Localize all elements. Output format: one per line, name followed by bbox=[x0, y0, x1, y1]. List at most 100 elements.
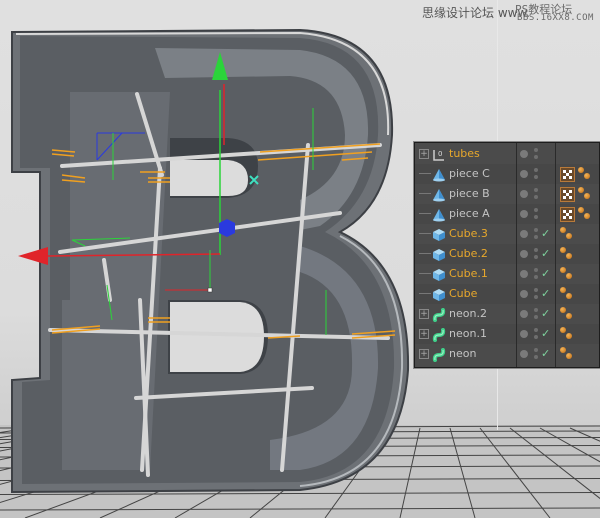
grid-line bbox=[569, 427, 600, 442]
visibility-toggle[interactable] bbox=[520, 230, 528, 238]
editor-render-visibility-dots[interactable] bbox=[534, 228, 538, 240]
column-divider bbox=[555, 143, 556, 367]
expand-icon[interactable]: + bbox=[419, 329, 429, 339]
cone-icon bbox=[432, 167, 446, 182]
tree-line bbox=[419, 233, 431, 234]
grid-line bbox=[479, 427, 551, 518]
object-manager[interactable]: +0 tubes piece Cpiece Bpiece A Cube.3 ✓ Cube.… bbox=[414, 142, 600, 368]
tree-line bbox=[419, 173, 431, 174]
visibility-toggle[interactable] bbox=[520, 350, 528, 358]
letter-b-lower-hole-inner bbox=[170, 302, 264, 372]
object-row[interactable]: + neon.1 ✓ bbox=[415, 324, 599, 344]
expand-icon[interactable]: + bbox=[419, 309, 429, 319]
object-row[interactable]: Cube.1 ✓ bbox=[415, 264, 599, 284]
phong-tag-icon[interactable] bbox=[578, 187, 592, 201]
tree-line bbox=[419, 253, 431, 254]
editor-render-visibility-dots[interactable] bbox=[534, 308, 538, 320]
editor-render-visibility-dots[interactable] bbox=[534, 348, 538, 360]
phong-tag-icon[interactable] bbox=[578, 167, 592, 181]
object-name[interactable]: Cube bbox=[449, 286, 477, 302]
editor-render-visibility-dots[interactable] bbox=[534, 148, 538, 160]
cone-icon bbox=[432, 207, 446, 222]
enabled-check-icon[interactable]: ✓ bbox=[541, 307, 550, 320]
object-name[interactable]: Cube.1 bbox=[449, 266, 488, 282]
visibility-toggle[interactable] bbox=[520, 150, 528, 158]
watermark-site: 思缘设计论坛 www. bbox=[422, 6, 530, 20]
texture-tag-icon[interactable] bbox=[560, 207, 575, 222]
visibility-toggle[interactable] bbox=[520, 290, 528, 298]
grid-line bbox=[449, 427, 476, 518]
editor-render-visibility-dots[interactable] bbox=[534, 248, 538, 260]
object-name[interactable]: piece A bbox=[449, 206, 490, 222]
visibility-toggle[interactable] bbox=[520, 250, 528, 258]
svg-text:0: 0 bbox=[438, 150, 442, 158]
sweep-icon bbox=[432, 307, 446, 322]
visibility-toggle[interactable] bbox=[520, 330, 528, 338]
object-row[interactable]: +0 tubes bbox=[415, 144, 599, 164]
enabled-check-icon[interactable]: ✓ bbox=[541, 287, 550, 300]
texture-tag-icon[interactable] bbox=[560, 167, 575, 182]
object-name[interactable]: tubes bbox=[449, 146, 480, 162]
editor-render-visibility-dots[interactable] bbox=[534, 328, 538, 340]
object-name[interactable]: neon.1 bbox=[449, 326, 487, 342]
sweep-icon bbox=[432, 347, 446, 362]
object-row[interactable]: Cube ✓ bbox=[415, 284, 599, 304]
enabled-check-icon[interactable]: ✓ bbox=[541, 267, 550, 280]
grid-line bbox=[509, 427, 600, 500]
visibility-toggle[interactable] bbox=[520, 170, 528, 178]
object-name[interactable]: neon.2 bbox=[449, 306, 487, 322]
editor-render-visibility-dots[interactable] bbox=[534, 188, 538, 200]
phong-tag-icon[interactable] bbox=[560, 307, 574, 321]
tree-line bbox=[419, 193, 431, 194]
cube-icon bbox=[432, 287, 446, 301]
phong-tag-icon[interactable] bbox=[560, 287, 574, 301]
object-row[interactable]: + neon.2 ✓ bbox=[415, 304, 599, 324]
object-name[interactable]: piece C bbox=[449, 166, 490, 182]
object-row[interactable]: piece B bbox=[415, 184, 599, 204]
phong-tag-icon[interactable] bbox=[560, 347, 574, 361]
object-name[interactable]: Cube.2 bbox=[449, 246, 488, 262]
object-name[interactable]: neon bbox=[449, 346, 476, 362]
object-name[interactable]: piece B bbox=[449, 186, 490, 202]
cone-icon bbox=[432, 187, 446, 202]
x-axis-arrow bbox=[18, 247, 48, 265]
visibility-toggle[interactable] bbox=[520, 190, 528, 198]
enabled-check-icon[interactable]: ✓ bbox=[541, 347, 550, 360]
object-row[interactable]: + neon ✓ bbox=[415, 344, 599, 364]
cube-icon bbox=[432, 247, 446, 261]
expand-icon[interactable]: + bbox=[419, 349, 429, 359]
texture-tag-icon[interactable] bbox=[560, 187, 575, 202]
enabled-check-icon[interactable]: ✓ bbox=[541, 247, 550, 260]
cube-icon bbox=[432, 267, 446, 281]
enabled-check-icon[interactable]: ✓ bbox=[541, 327, 550, 340]
expand-icon[interactable]: + bbox=[419, 149, 429, 159]
grid-line bbox=[399, 427, 421, 518]
object-row[interactable]: piece C bbox=[415, 164, 599, 184]
null-object-icon: 0 bbox=[432, 147, 446, 161]
editor-render-visibility-dots[interactable] bbox=[534, 208, 538, 220]
phong-tag-icon[interactable] bbox=[560, 227, 574, 241]
editor-render-visibility-dots[interactable] bbox=[534, 268, 538, 280]
editor-render-visibility-dots[interactable] bbox=[534, 168, 538, 180]
phong-tag-icon[interactable] bbox=[560, 327, 574, 341]
visibility-toggle[interactable] bbox=[520, 310, 528, 318]
enabled-check-icon[interactable]: ✓ bbox=[541, 227, 550, 240]
column-divider bbox=[516, 143, 517, 367]
phong-tag-icon[interactable] bbox=[560, 267, 574, 281]
tree-line bbox=[419, 273, 431, 274]
tree-line bbox=[419, 293, 431, 294]
cube-icon bbox=[432, 227, 446, 241]
visibility-toggle[interactable] bbox=[520, 270, 528, 278]
tree-line bbox=[419, 213, 431, 214]
object-row[interactable]: piece A bbox=[415, 204, 599, 224]
object-row[interactable]: Cube.3 ✓ bbox=[415, 224, 599, 244]
object-row[interactable]: Cube.2 ✓ bbox=[415, 244, 599, 264]
phong-tag-icon[interactable] bbox=[560, 247, 574, 261]
phong-tag-icon[interactable] bbox=[578, 207, 592, 221]
grid-line bbox=[539, 427, 600, 463]
editor-render-visibility-dots[interactable] bbox=[534, 288, 538, 300]
watermark-bbs: BBS.16XX8.COM bbox=[517, 13, 594, 23]
visibility-toggle[interactable] bbox=[520, 210, 528, 218]
object-name[interactable]: Cube.3 bbox=[449, 226, 488, 242]
letter-b-upper-hole-inner bbox=[170, 160, 248, 196]
